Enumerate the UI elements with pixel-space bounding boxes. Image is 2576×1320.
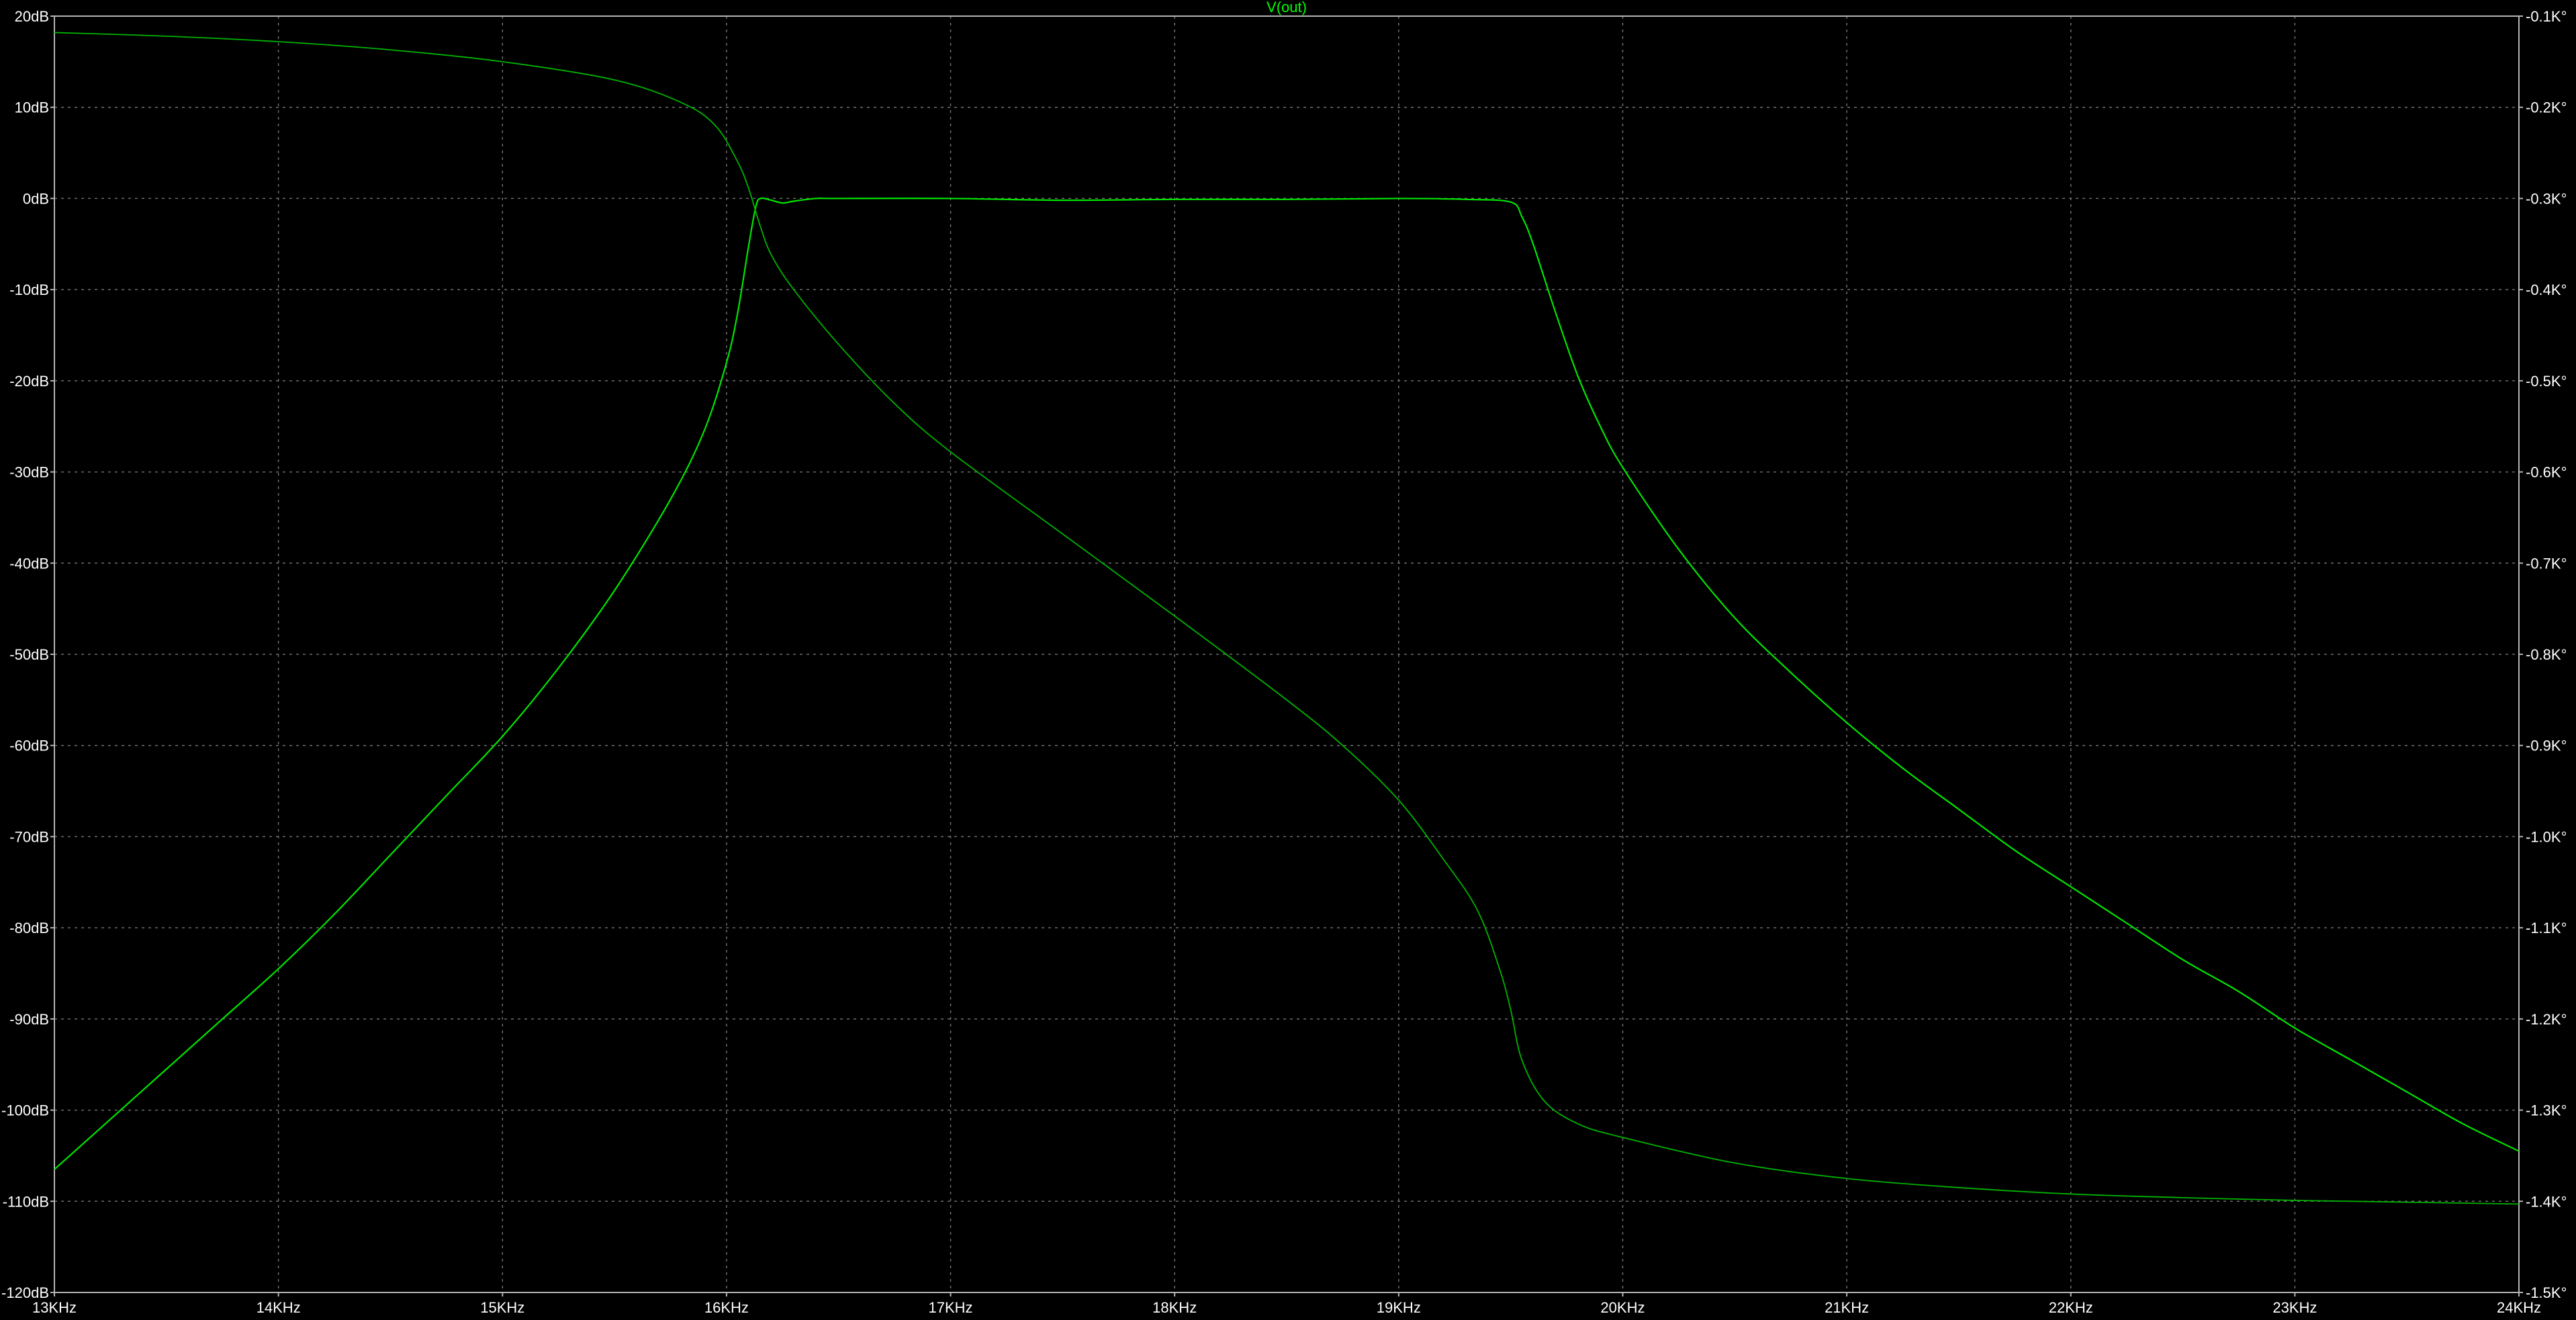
y-left-tick-label: -80dB bbox=[9, 920, 49, 936]
bode-plot: 13KHz 14KHz 15KHz 16KHz 17KHz 18KHz 19KHz 20KHz… bbox=[1, 0, 2567, 1316]
magnitude-trace bbox=[54, 197, 2520, 1170]
trace-layer bbox=[54, 32, 2520, 1205]
y-left-tick-label: -10dB bbox=[9, 281, 49, 298]
x-tick-label: 17KHz bbox=[929, 1299, 973, 1316]
y-left-tick-label: -90dB bbox=[9, 1011, 49, 1028]
y-left-tick-label: -60dB bbox=[9, 738, 49, 754]
y-right-tick-label: -1.0K° bbox=[2526, 828, 2567, 845]
y-right-tick-label: -1.5K° bbox=[2526, 1284, 2567, 1301]
y-left-tick-label: -20dB bbox=[9, 373, 49, 390]
tick-layer: 13KHz 14KHz 15KHz 16KHz 17KHz 18KHz 19KHz 20KHz… bbox=[1, 8, 2567, 1316]
y-right-tick-label: -0.1K° bbox=[2526, 8, 2567, 25]
y-left-tick-label: -120dB bbox=[1, 1284, 49, 1301]
y-right-tick-label: -1.4K° bbox=[2526, 1193, 2567, 1210]
bode-plot-window: 13KHz 14KHz 15KHz 16KHz 17KHz 18KHz 19KHz 20KHz… bbox=[0, 0, 2576, 1317]
trace-title-vout[interactable]: V(out) bbox=[1267, 0, 1307, 15]
x-tick-label: 18KHz bbox=[1152, 1299, 1197, 1316]
x-tick-label: 19KHz bbox=[1377, 1299, 1421, 1316]
y-left-tick-label: 0dB bbox=[23, 190, 49, 207]
y-right-tick-label: -1.1K° bbox=[2526, 920, 2567, 936]
y-left-tick-label: -30dB bbox=[9, 464, 49, 481]
y-right-tick-label: -0.6K° bbox=[2526, 464, 2567, 481]
y-right-tick-label: -0.8K° bbox=[2526, 646, 2567, 663]
y-left-tick-label: -100dB bbox=[1, 1102, 49, 1119]
y-right-tick-label: -1.3K° bbox=[2526, 1102, 2567, 1119]
y-left-tick-label: 10dB bbox=[15, 99, 49, 116]
y-right-tick-label: -0.7K° bbox=[2526, 555, 2567, 572]
x-tick-label: 14KHz bbox=[257, 1299, 301, 1316]
grid-layer bbox=[54, 16, 2519, 1292]
y-left-tick-label: -110dB bbox=[3, 1193, 49, 1210]
x-tick-label: 22KHz bbox=[2049, 1299, 2093, 1316]
y-right-tick-label: -0.5K° bbox=[2526, 373, 2567, 390]
y-right-tick-label: -0.4K° bbox=[2526, 281, 2567, 298]
x-tick-label: 16KHz bbox=[704, 1299, 749, 1316]
y-left-tick-label: 20dB bbox=[15, 8, 49, 25]
phase-trace bbox=[54, 32, 2520, 1205]
y-right-tick-label: -0.3K° bbox=[2526, 190, 2567, 207]
y-left-tick-label: -70dB bbox=[9, 828, 49, 845]
x-tick-label: 23KHz bbox=[2272, 1299, 2317, 1316]
x-tick-label: 20KHz bbox=[1600, 1299, 1645, 1316]
x-tick-label: 21KHz bbox=[1825, 1299, 1869, 1316]
y-left-tick-label: -50dB bbox=[9, 646, 49, 663]
y-right-tick-label: -0.2K° bbox=[2526, 99, 2567, 116]
x-tick-label: 24KHz bbox=[2497, 1299, 2541, 1316]
y-right-tick-label: -0.9K° bbox=[2526, 738, 2567, 754]
x-tick-label: 15KHz bbox=[480, 1299, 524, 1316]
y-left-tick-label: -40dB bbox=[9, 555, 49, 572]
y-right-tick-label: -1.2K° bbox=[2526, 1011, 2567, 1028]
x-tick-label: 13KHz bbox=[32, 1299, 77, 1316]
